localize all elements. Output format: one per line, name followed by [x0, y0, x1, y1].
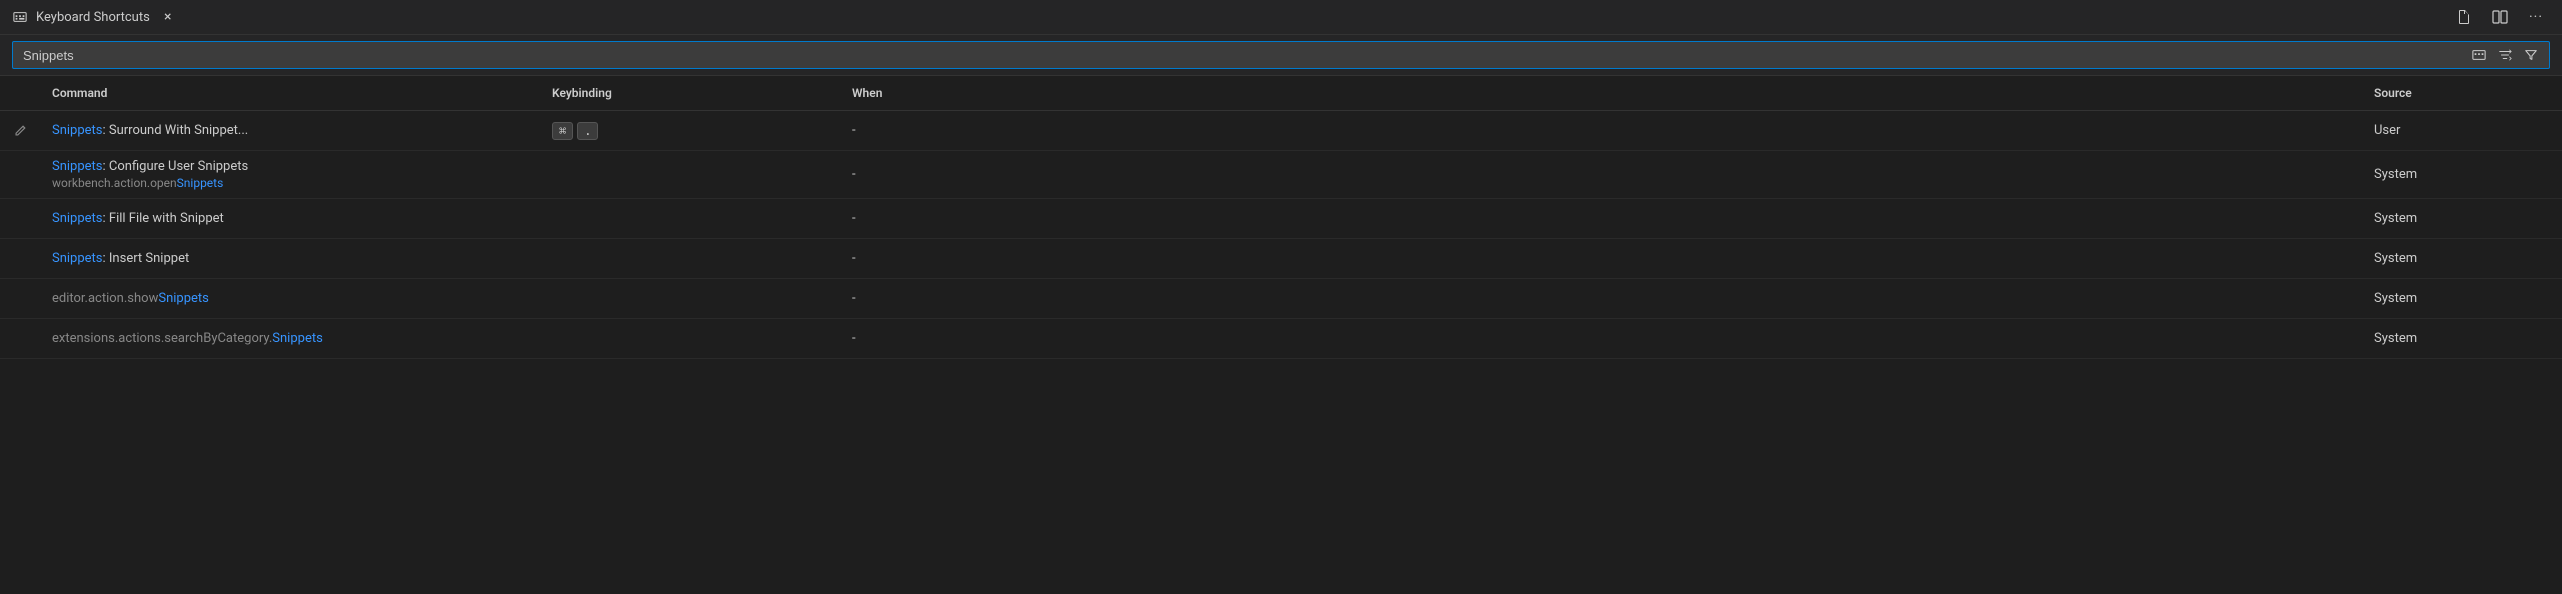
- search-bar: [0, 35, 2562, 76]
- title-bar-left: Keyboard Shortcuts ×: [12, 7, 178, 27]
- when-cell: -: [840, 159, 2362, 190]
- command-normal: : Configure User Snippets: [103, 159, 249, 174]
- when-cell: -: [840, 323, 2362, 354]
- command-normal: : Insert Snippet: [103, 251, 190, 266]
- keybinding-cell: [540, 291, 840, 307]
- open-file-icon[interactable]: [2450, 3, 2478, 31]
- split-editor-icon[interactable]: [2486, 3, 2514, 31]
- command-normal: editor.action.show: [52, 291, 158, 306]
- when-cell: -: [840, 203, 2362, 234]
- command-main: extensions.actions.searchByCategory.Snip…: [52, 331, 528, 346]
- icon-col-header: [0, 82, 40, 104]
- search-input-wrapper: [12, 41, 2550, 69]
- search-input[interactable]: [12, 41, 2550, 69]
- table-header: Command Keybinding When Source: [0, 76, 2562, 111]
- search-icons-right: [2468, 44, 2542, 66]
- command-sub: workbench.action.openSnippets: [52, 176, 528, 190]
- keybinding-col-header: Keybinding: [540, 82, 840, 104]
- command-main: Snippets : Insert Snippet: [52, 251, 528, 266]
- when-cell: -: [840, 283, 2362, 314]
- keybinding-cell: [540, 251, 840, 267]
- command-normal: extensions.actions.searchByCategory.: [52, 331, 272, 346]
- empty-icon-cell: [0, 291, 40, 307]
- command-highlight: Snippets: [52, 251, 103, 266]
- title-bar: Keyboard Shortcuts × ···: [0, 0, 2562, 35]
- command-cell: Snippets : Configure User Snippets workb…: [40, 151, 540, 198]
- keyboard-shortcuts-tab-icon: [12, 9, 28, 25]
- empty-icon-cell: [0, 167, 40, 183]
- command-sub-link: Snippets: [177, 176, 224, 190]
- command-main: Snippets : Configure User Snippets: [52, 159, 528, 174]
- when-col-header: When: [840, 82, 2362, 104]
- command-col-header: Command: [40, 82, 540, 104]
- source-cell: User: [2362, 115, 2562, 146]
- table-row[interactable]: extensions.actions.searchByCategory.Snip…: [0, 319, 2562, 359]
- when-cell: -: [840, 115, 2362, 146]
- table-row[interactable]: editor.action.showSnippets - System: [0, 279, 2562, 319]
- command-normal: : Fill File with Snippet: [103, 211, 224, 226]
- source-cell: System: [2362, 159, 2562, 190]
- command-cell: extensions.actions.searchByCategory.Snip…: [40, 323, 540, 354]
- command-cell: Snippets : Surround With Snippet...: [40, 115, 540, 146]
- record-keys-button[interactable]: [2468, 44, 2490, 66]
- command-highlight: Snippets: [158, 291, 209, 306]
- source-col-header: Source: [2362, 82, 2562, 104]
- command-highlight: Snippets: [52, 123, 103, 138]
- command-main: Snippets : Surround With Snippet...: [52, 123, 528, 138]
- command-normal: : Surround With Snippet...: [103, 123, 249, 138]
- table-row[interactable]: Snippets : Fill File with Snippet - Syst…: [0, 199, 2562, 239]
- table-row[interactable]: Snippets : Surround With Snippet... ⌘ . …: [0, 111, 2562, 151]
- tab-close-button[interactable]: ×: [158, 7, 178, 27]
- more-actions-icon[interactable]: ···: [2522, 3, 2550, 31]
- keybinding-cell: ⌘ .: [540, 114, 840, 148]
- when-cell: -: [840, 243, 2362, 274]
- source-cell: System: [2362, 243, 2562, 274]
- source-cell: System: [2362, 323, 2562, 354]
- filter-icon[interactable]: [2520, 44, 2542, 66]
- command-highlight: Snippets: [272, 331, 323, 346]
- source-cell: System: [2362, 283, 2562, 314]
- command-cell: Snippets : Fill File with Snippet: [40, 203, 540, 234]
- source-cell: System: [2362, 203, 2562, 234]
- command-highlight: Snippets: [52, 211, 103, 226]
- keybinding-cell: [540, 331, 840, 347]
- command-cell: Snippets : Insert Snippet: [40, 243, 540, 274]
- command-main: editor.action.showSnippets: [52, 291, 528, 306]
- empty-icon-cell: [0, 251, 40, 267]
- key-badge: ⌘: [552, 122, 573, 140]
- table-row[interactable]: Snippets : Configure User Snippets workb…: [0, 151, 2562, 199]
- empty-icon-cell: [0, 211, 40, 227]
- command-sub-normal: workbench.action.open: [52, 176, 177, 190]
- command-highlight: Snippets: [52, 159, 103, 174]
- command-cell: editor.action.showSnippets: [40, 283, 540, 314]
- table-row[interactable]: Snippets : Insert Snippet - System: [0, 239, 2562, 279]
- keybinding-cell: [540, 211, 840, 227]
- keybinding-cell: [540, 167, 840, 183]
- edit-icon-cell: [0, 116, 40, 146]
- command-main: Snippets : Fill File with Snippet: [52, 211, 528, 226]
- tab-title: Keyboard Shortcuts: [36, 10, 150, 25]
- keybindings-table: Command Keybinding When Source Snippets …: [0, 76, 2562, 594]
- sort-icon[interactable]: [2494, 44, 2516, 66]
- title-bar-right: ···: [2450, 3, 2550, 31]
- empty-icon-cell: [0, 331, 40, 347]
- key-badge: .: [577, 122, 598, 140]
